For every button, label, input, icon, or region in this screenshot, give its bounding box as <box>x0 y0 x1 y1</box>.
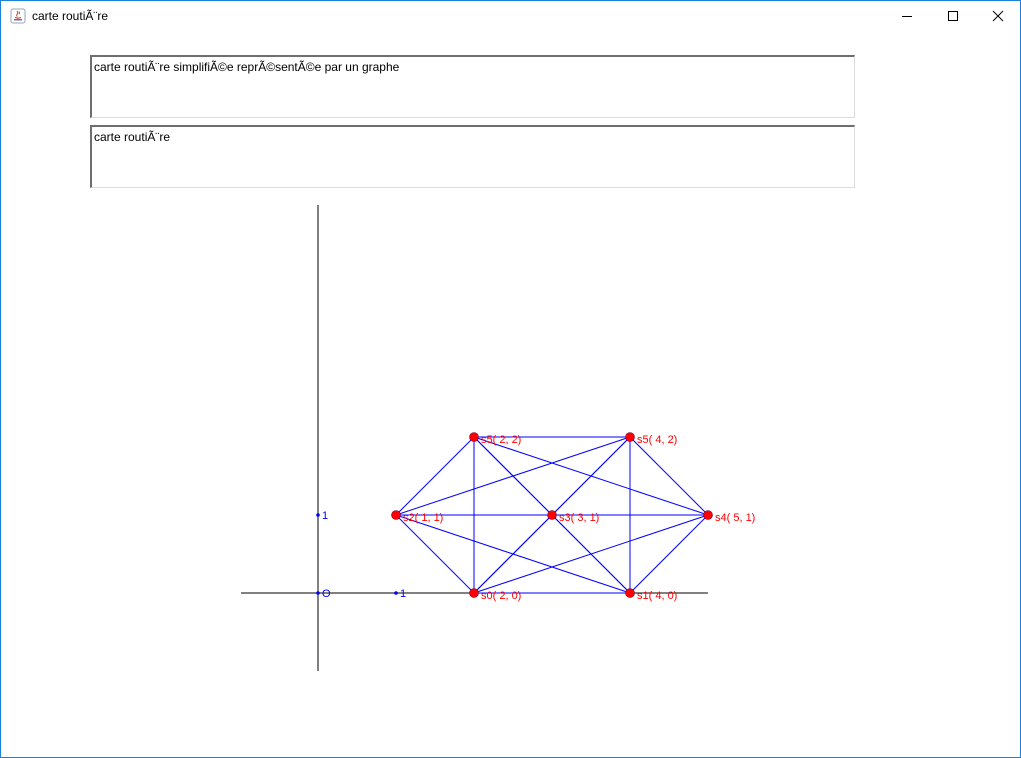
node-label-s0: s0( 2, 0) <box>481 590 521 602</box>
x-unit-label: 1 <box>400 588 406 600</box>
edge-s1-s4 <box>629 514 709 594</box>
edge-s0-s2 <box>395 514 475 594</box>
edge-s4-s5b <box>629 436 709 516</box>
x-unit-marker <box>394 591 398 595</box>
node-s5b[interactable] <box>625 432 635 442</box>
node-s1[interactable] <box>625 588 635 598</box>
edge-s3-s5a <box>473 436 553 516</box>
y-unit-label: 1 <box>322 510 328 522</box>
node-s0[interactable] <box>469 588 479 598</box>
node-s2[interactable] <box>391 510 401 520</box>
edge-s1-s2 <box>395 514 631 594</box>
node-label-s4: s4( 5, 1) <box>715 512 755 524</box>
node-label-s5b: s5( 4, 2) <box>637 434 677 446</box>
node-label-s1: s1( 4, 0) <box>637 590 677 602</box>
edge-s2-s5a <box>395 436 475 516</box>
node-label-s5a: s5( 2, 2) <box>481 434 521 446</box>
origin-marker <box>316 591 320 595</box>
node-s3[interactable] <box>547 510 557 520</box>
graph-canvas: O 1 1 s0( 2, 0) s1( 4, 0) s2( 1, 1) s3( 3, … <box>241 205 755 671</box>
origin-label: O <box>322 588 331 600</box>
app-window: carte routiÃ¨re carte routiÃ¨re simplifi… <box>0 0 1021 758</box>
node-label-s3: s3( 3, 1) <box>559 512 599 524</box>
y-unit-marker <box>316 513 320 517</box>
node-label-s2: s2( 1, 1) <box>403 512 443 524</box>
node-s4[interactable] <box>703 510 713 520</box>
node-s5a[interactable] <box>469 432 479 442</box>
edge-s4-s5a <box>473 436 709 516</box>
